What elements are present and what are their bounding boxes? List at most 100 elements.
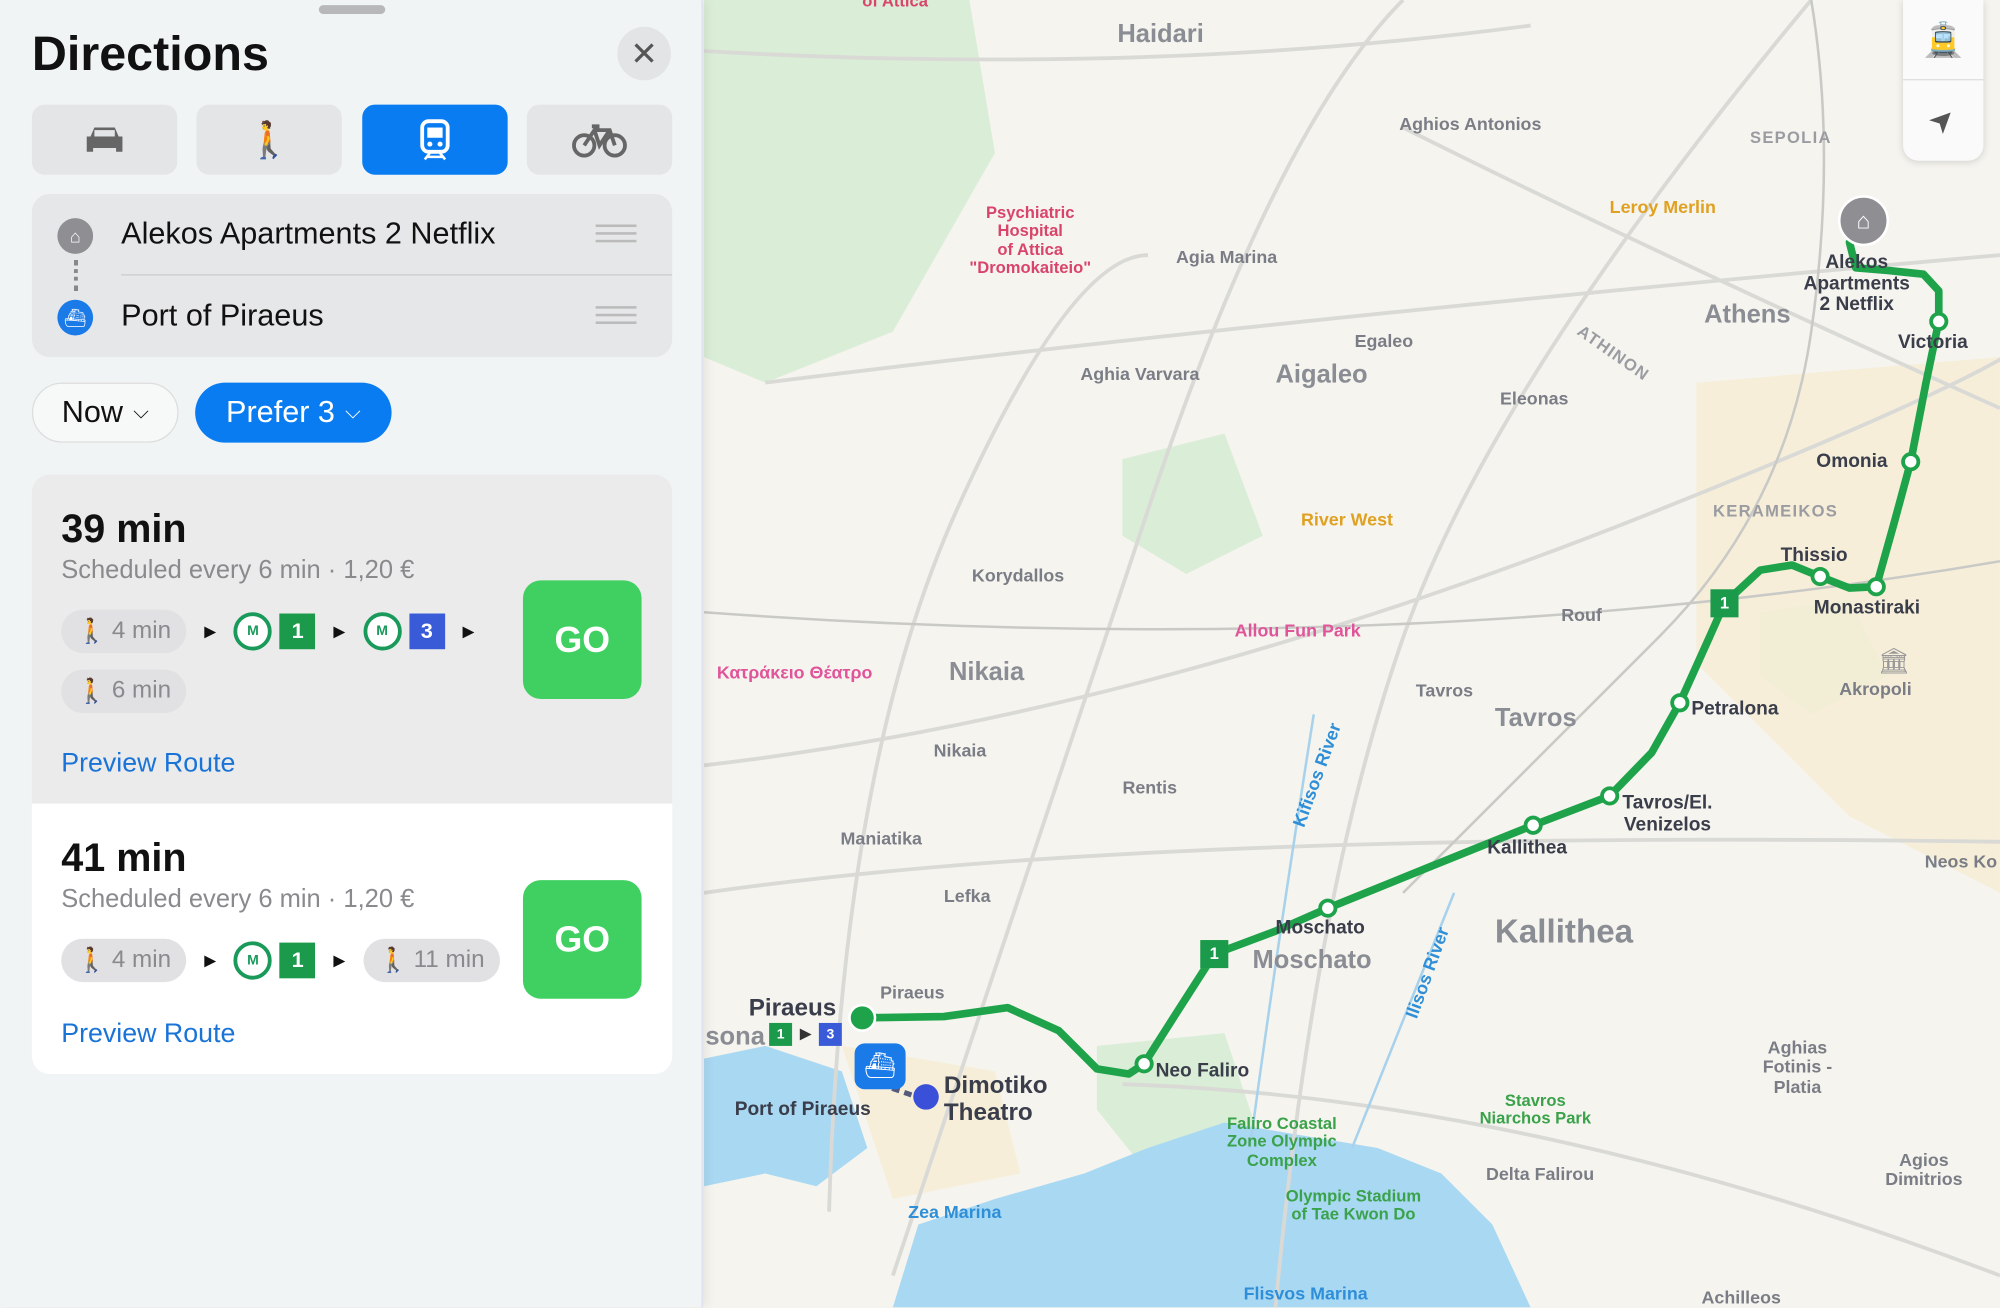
current-location-button[interactable]: ➤ xyxy=(1903,80,1983,160)
map-label[interactable]: Aghias Fotinis - Platia xyxy=(1763,1037,1832,1097)
mode-walk-button[interactable]: 🚶 xyxy=(196,104,342,175)
map-label[interactable]: Rentis xyxy=(1122,777,1177,798)
route-badge-line-1: 1 xyxy=(1200,940,1229,969)
map-label[interactable]: Zea Marina xyxy=(908,1202,1001,1223)
map-label[interactable]: Petralona xyxy=(1691,698,1778,720)
map-label[interactable]: Omonia xyxy=(1816,451,1887,473)
map-label[interactable]: Victoria xyxy=(1898,332,1968,354)
map-label[interactable]: Maniatika xyxy=(841,828,922,849)
go-button[interactable]: GO xyxy=(522,880,642,999)
map-label[interactable]: Delta Falirou xyxy=(1486,1163,1594,1185)
map-label[interactable]: Tavros xyxy=(1495,704,1577,732)
walk-icon: 🚶 xyxy=(76,678,107,706)
map-label[interactable]: River West xyxy=(1301,509,1393,530)
station-stop[interactable] xyxy=(1866,577,1886,597)
prefer-dropdown[interactable]: Prefer 3 ⌵ xyxy=(195,382,392,443)
map-label[interactable]: Kallithea xyxy=(1495,913,1633,949)
route-duration: 39 min xyxy=(61,506,187,552)
map-label[interactable]: SEPOLIA xyxy=(1750,128,1832,147)
map-label[interactable]: Rouf xyxy=(1561,605,1602,626)
ferry-marker[interactable]: ⛴ xyxy=(854,1043,906,1090)
page-title: Directions xyxy=(31,28,269,82)
map-label[interactable]: Aghios Antonios xyxy=(1399,114,1541,135)
preview-route-link[interactable]: Preview Route xyxy=(61,749,235,780)
map-label[interactable]: Dimotiko Theatro xyxy=(944,1073,1048,1127)
map-label[interactable]: Tavros xyxy=(1416,680,1473,701)
walk-step: 🚶 4 min xyxy=(61,938,187,983)
station-stop[interactable] xyxy=(1670,693,1690,713)
reorder-handle-icon[interactable] xyxy=(595,306,637,324)
map-label[interactable]: Nikaia xyxy=(949,658,1024,686)
close-button[interactable]: ✕ xyxy=(617,26,671,81)
map-label[interactable]: Akropoli xyxy=(1839,679,1911,700)
route-option[interactable]: 41 min Scheduled every 6 min · 1,20 € 🚶 4… xyxy=(31,803,673,1074)
go-button[interactable]: GO xyxy=(522,580,642,699)
map-label[interactable]: Tavros/El. Venizelos xyxy=(1622,792,1712,835)
map-label[interactable]: Neo Faliro xyxy=(1156,1061,1250,1082)
reorder-handle-icon[interactable] xyxy=(595,224,637,243)
walk-icon: 🚶 xyxy=(378,947,409,975)
map-label[interactable]: of Attica xyxy=(862,0,928,11)
map-label[interactable]: Athens xyxy=(1704,301,1790,329)
map-label[interactable]: Faliro Coastal Zone Olympic Complex xyxy=(1227,1114,1337,1170)
map-label[interactable]: Lefka xyxy=(944,885,991,906)
origin-field[interactable]: ⌂ Alekos Apartments 2 Netflix xyxy=(32,194,672,276)
map-label[interactable]: Aghia Varvara xyxy=(1080,364,1199,385)
car-icon xyxy=(86,126,123,152)
map-label[interactable]: Agios Dimitrios xyxy=(1885,1150,1962,1190)
station-stop[interactable] xyxy=(1134,1054,1154,1074)
map-label[interactable]: Piraeus xyxy=(749,995,837,1023)
drag-handle[interactable] xyxy=(318,5,386,15)
map-label[interactable]: Nikaia xyxy=(934,740,987,761)
map-label[interactable]: Leroy Merlin xyxy=(1610,197,1716,218)
arrow-icon: ▶ xyxy=(204,622,217,641)
map-label[interactable]: Moschato xyxy=(1276,918,1365,939)
map-label[interactable]: Psychiatric Hospital of Attica "Dromokai… xyxy=(969,203,1091,277)
map-label[interactable]: Port of Piraeus xyxy=(735,1099,871,1120)
station-stop[interactable] xyxy=(1523,815,1543,835)
time-label: Now xyxy=(61,394,124,430)
line-badge: 1 xyxy=(279,613,316,650)
mode-cycle-button[interactable] xyxy=(526,104,673,175)
map-label[interactable]: Monastiraki xyxy=(1814,598,1920,619)
map-label[interactable]: Piraeus xyxy=(880,982,945,1003)
map-label[interactable]: Kallithea xyxy=(1487,837,1567,859)
piraeus-station-marker[interactable] xyxy=(848,1003,877,1032)
mode-transit-button[interactable] xyxy=(362,104,508,175)
map-label[interactable]: Thissio xyxy=(1781,545,1848,567)
line-badge: 3 xyxy=(408,613,445,650)
map-label[interactable]: Moschato xyxy=(1253,946,1372,974)
transit-map-toggle[interactable]: 🚊 xyxy=(1903,0,1984,81)
station-stop[interactable] xyxy=(1318,898,1338,918)
route-details: Scheduled every 6 min · 1,20 € xyxy=(61,885,415,914)
map-label[interactable]: Neos Ko xyxy=(1925,851,1997,872)
mode-drive-button[interactable] xyxy=(31,104,178,175)
route-option[interactable]: 39 min Scheduled every 6 min · 1,20 € 🚶 4… xyxy=(31,474,673,804)
map-label[interactable]: Agia Marina xyxy=(1176,246,1277,267)
station-stop[interactable] xyxy=(1810,566,1830,587)
preview-route-link[interactable]: Preview Route xyxy=(61,1019,235,1050)
prefer-label: Prefer 3 xyxy=(226,394,335,430)
map-label[interactable]: Olympic Stadium of Tae Kwon Do xyxy=(1286,1187,1421,1223)
map-label[interactable]: Allou Fun Park xyxy=(1235,620,1361,641)
destination-pin[interactable] xyxy=(913,1084,939,1110)
map-label[interactable]: Eleonas xyxy=(1500,388,1568,409)
time-dropdown[interactable]: Now ⌵ xyxy=(31,382,179,443)
map-label[interactable]: Achilleos xyxy=(1702,1287,1781,1307)
map-label[interactable]: Haidari xyxy=(1117,20,1203,48)
map-label[interactable]: Stavros Niarchos Park xyxy=(1480,1091,1592,1128)
destination-field[interactable]: ⛴ Port of Piraeus xyxy=(32,276,672,358)
map-label[interactable]: Alekos Apartments 2 Netflix xyxy=(1804,252,1910,316)
map-label[interactable]: Κατράκειο Θέατρο xyxy=(717,662,873,683)
station-stop[interactable] xyxy=(1600,786,1620,806)
map-label[interactable]: Flisvos Marina xyxy=(1244,1283,1368,1304)
map-label[interactable]: Aigaleo xyxy=(1276,361,1368,389)
map-label[interactable]: KERAMEIKOS xyxy=(1713,502,1838,521)
home-marker[interactable]: ⌂ xyxy=(1837,195,1890,247)
origin-text: Alekos Apartments 2 Netflix xyxy=(121,216,496,252)
station-stop[interactable] xyxy=(1901,452,1921,472)
map-label[interactable]: Egaleo xyxy=(1355,330,1414,352)
map-label[interactable]: sona xyxy=(705,1023,765,1051)
station-stop[interactable] xyxy=(1929,311,1949,331)
map-label[interactable]: Korydallos xyxy=(972,565,1064,586)
